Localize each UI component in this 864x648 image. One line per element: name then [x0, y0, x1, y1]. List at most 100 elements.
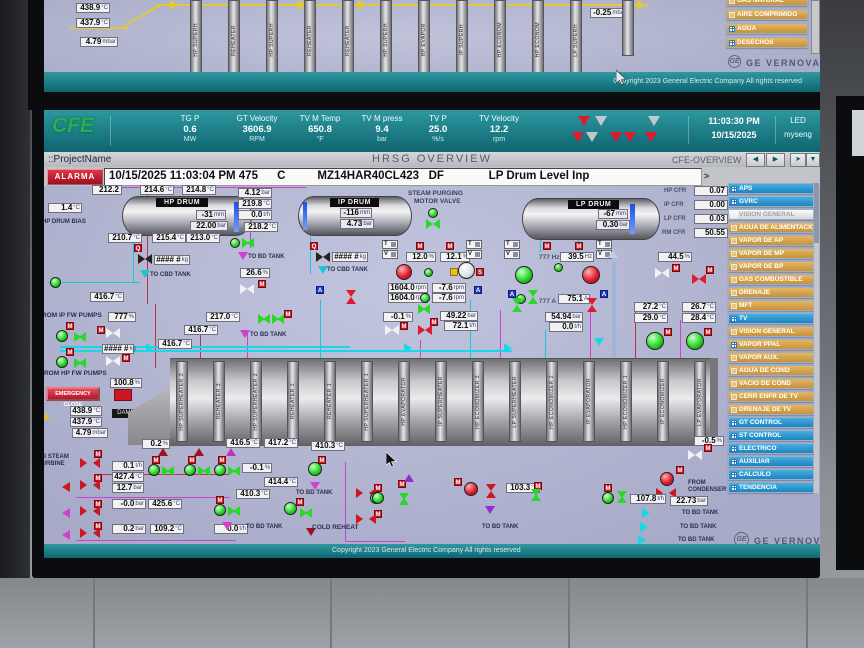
- valve-icon[interactable]: [80, 528, 100, 542]
- pump-icon[interactable]: [464, 482, 478, 496]
- valve-icon[interactable]: [228, 506, 240, 516]
- valve-icon[interactable]: [80, 480, 100, 494]
- valve-icon[interactable]: [385, 325, 399, 335]
- pump-icon[interactable]: [50, 277, 61, 288]
- sidebar-item-cerr-enfr-tv[interactable]: CERR ENFR DE TV: [728, 391, 814, 402]
- t-selector[interactable]: T: [596, 240, 612, 249]
- pump-icon[interactable]: [396, 264, 412, 280]
- alarm-button[interactable]: ALARMA: [47, 169, 103, 185]
- sidebar-item-agua-alimentacion[interactable]: AGUA DE ALIMENTACION: [728, 222, 814, 233]
- sidebar-item-vapor-ap[interactable]: VAPOR DE AP: [728, 235, 814, 246]
- pump-icon[interactable]: [686, 332, 704, 350]
- t-selector[interactable]: T: [504, 240, 520, 249]
- valve-icon[interactable]: [528, 290, 538, 304]
- valve-icon[interactable]: [80, 458, 100, 472]
- emergency-close-button[interactable]: EMERGENCY CLOSE: [46, 387, 100, 401]
- pump-icon[interactable]: [184, 464, 196, 476]
- alarm-triangle-icon[interactable]: [578, 116, 590, 126]
- valve-icon[interactable]: [418, 304, 430, 314]
- pump-icon[interactable]: [646, 332, 664, 350]
- valve-icon[interactable]: [399, 493, 409, 505]
- pump-icon[interactable]: [428, 208, 438, 218]
- pump-icon[interactable]: [424, 268, 433, 277]
- sidebar-item-tv[interactable]: TV: [728, 313, 814, 324]
- alarm-scroll-chevron[interactable]: >: [704, 171, 709, 181]
- valve-icon[interactable]: [74, 332, 86, 342]
- sidebar-item-drenaje-tv[interactable]: DRENAJE DE TV: [728, 404, 814, 415]
- t-selector[interactable]: T: [466, 240, 482, 249]
- pump-icon[interactable]: [56, 356, 68, 368]
- valve-icon[interactable]: [356, 514, 376, 528]
- pump-icon[interactable]: [420, 293, 430, 303]
- pump-icon[interactable]: [214, 464, 226, 476]
- valve-icon[interactable]: [198, 466, 210, 476]
- valve-icon[interactable]: [346, 290, 356, 304]
- v-selector[interactable]: V: [382, 250, 398, 259]
- sidebar-item-gt-control[interactable]: GT CONTROL: [728, 417, 814, 428]
- valve-icon[interactable]: [74, 358, 86, 368]
- valve-icon[interactable]: [240, 284, 254, 294]
- pump-icon[interactable]: [308, 462, 322, 476]
- valve-icon[interactable]: [426, 219, 440, 229]
- pump-icon[interactable]: [372, 492, 384, 504]
- t-selector[interactable]: T: [382, 240, 398, 249]
- nav-prev-button[interactable]: ◀: [746, 153, 765, 167]
- sidebar-item-mft[interactable]: MFT: [728, 300, 814, 311]
- pump-icon[interactable]: [515, 266, 533, 284]
- alarm-triangle-icon[interactable]: [645, 132, 657, 142]
- sidebar-item-agua-cond[interactable]: AGUA DE COND: [728, 365, 814, 376]
- sidebar-item-vapor-bp[interactable]: VAPOR DE BP: [728, 261, 814, 272]
- alarm-triangle-icon[interactable]: [595, 116, 607, 126]
- sidebar-item-vapor-mp[interactable]: VAPOR DE MP: [728, 248, 814, 259]
- nav-filter-button[interactable]: ▼: [806, 153, 820, 167]
- sidebar-item-aps[interactable]: APS: [728, 183, 814, 194]
- menu-item[interactable]: AIRE COMPRIMIDO: [726, 9, 808, 20]
- nav-pointer-button[interactable]: ➤: [790, 153, 806, 167]
- valve-icon[interactable]: [486, 484, 496, 498]
- valve-icon[interactable]: [688, 450, 702, 460]
- valve-icon[interactable]: [512, 298, 522, 312]
- sidebar-item-vapor-ppal[interactable]: VAPOR PPAL: [728, 339, 814, 350]
- sidebar-item-calculo[interactable]: CALCULO: [728, 469, 814, 480]
- valve-icon[interactable]: [228, 466, 240, 476]
- alarm-triangle-icon[interactable]: [624, 132, 636, 142]
- pump-icon[interactable]: [230, 238, 240, 248]
- alarm-triangle-icon[interactable]: [610, 132, 622, 142]
- valve-icon[interactable]: [106, 328, 120, 338]
- valve-icon[interactable]: [80, 506, 100, 520]
- menu-item[interactable]: AGUA: [726, 23, 808, 34]
- sidebar-item-vacio-cond[interactable]: VACIO DE COND: [728, 378, 814, 389]
- alarm-banner[interactable]: 10/15/2025 11:03:04 PM 475 C MZ14HAR40CL…: [104, 168, 702, 186]
- valve-icon[interactable]: [418, 325, 432, 335]
- valve-icon[interactable]: [258, 314, 270, 324]
- sidebar-scrollbar[interactable]: [814, 183, 819, 493]
- pump-icon[interactable]: [660, 472, 674, 486]
- scrollbar[interactable]: [811, 0, 820, 54]
- valve-icon[interactable]: [106, 356, 120, 366]
- menu-item[interactable]: GAS NATURAL: [726, 0, 808, 6]
- sidebar-item-auxiliar[interactable]: AUXILIAR: [728, 456, 814, 467]
- sidebar-item-st-control[interactable]: ST CONTROL: [728, 430, 814, 441]
- sidebar-item-gas-combustible[interactable]: GAS COMBUSTIBLE: [728, 274, 814, 285]
- pump-icon[interactable]: [56, 330, 68, 342]
- pump-icon[interactable]: [554, 263, 563, 272]
- valve-icon[interactable]: [587, 298, 597, 312]
- sidebar-item-electrico[interactable]: ELECTRICO: [728, 443, 814, 454]
- sidebar-item-vision-general-tv[interactable]: VISION GENERAL: [728, 326, 814, 337]
- valve-icon[interactable]: [531, 489, 541, 501]
- valve-icon[interactable]: [655, 268, 669, 278]
- alarm-triangle-icon[interactable]: [648, 116, 660, 126]
- sidebar-item-vapor-aux[interactable]: VAPOR AUX.: [728, 352, 814, 363]
- v-selector[interactable]: V: [466, 250, 482, 259]
- valve-icon[interactable]: [300, 508, 312, 518]
- valve-icon[interactable]: [316, 252, 330, 262]
- sidebar-item-tendencia[interactable]: TENDENCIA: [728, 482, 814, 493]
- pump-icon[interactable]: [602, 492, 614, 504]
- valve-icon[interactable]: [617, 491, 627, 503]
- pump-icon[interactable]: [458, 262, 475, 279]
- sidebar-item-gvrc[interactable]: GVRC: [728, 196, 814, 207]
- alarm-triangle-icon[interactable]: [586, 132, 598, 142]
- sidebar-item-vision-general[interactable]: VISION GENERAL: [728, 209, 814, 220]
- valve-icon[interactable]: [272, 314, 284, 324]
- pump-icon[interactable]: [148, 464, 160, 476]
